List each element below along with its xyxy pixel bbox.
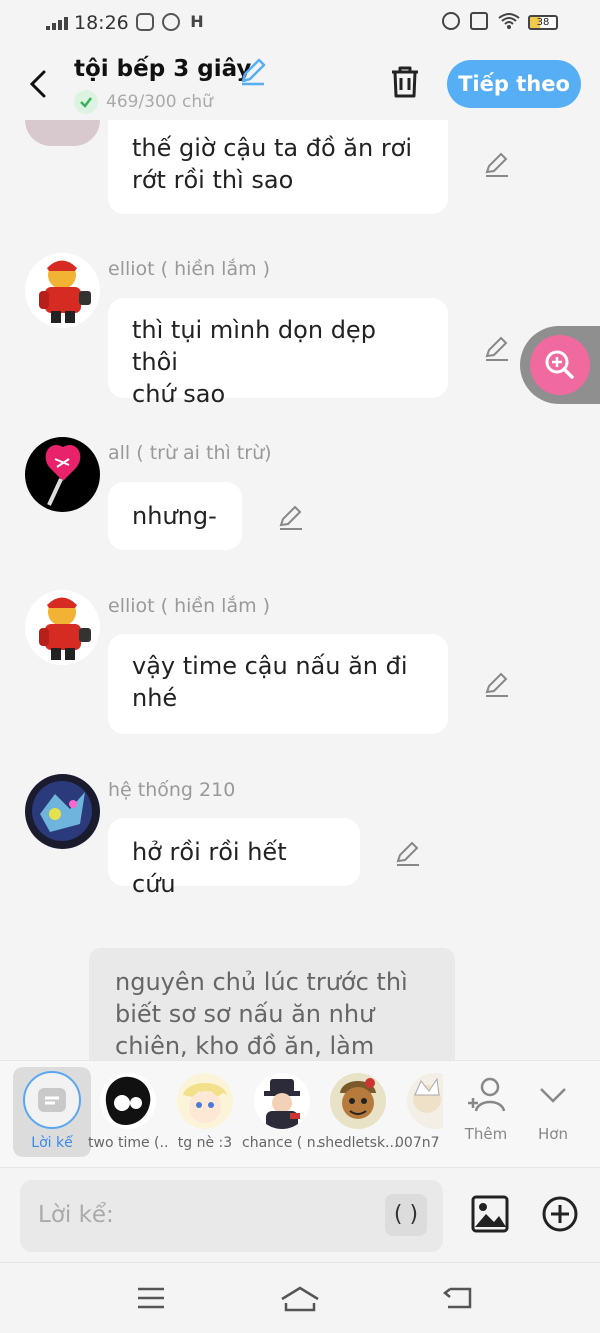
avatar [407,1073,443,1129]
add-character-button[interactable]: Thêm [456,1075,516,1143]
narrator-icon [38,1088,66,1112]
sender-name: hệ thống 210 [108,779,236,801]
character-narrator[interactable]: Lời kể [13,1067,91,1157]
message-bubble[interactable]: thì tụi mình dọn dẹp thôi chứ sao [108,298,448,408]
character-chance[interactable]: chance ( n... [242,1069,322,1151]
home-icon[interactable] [280,1285,320,1313]
avatar-all[interactable] [25,437,100,512]
sender-name: elliot ( hiền lắm ) [108,595,271,617]
avatar [330,1073,386,1129]
avatar-elliot[interactable] [25,590,100,665]
edit-message-icon[interactable] [394,839,422,867]
notification-icon [136,13,154,31]
message-bubble[interactable]: thế giờ cậu ta đồ ăn rơi rớt rồi thì sao [108,120,448,214]
message-bubble[interactable]: nhưng- [108,482,242,550]
character-007n7[interactable]: 007n7 [395,1069,443,1151]
zoom-button[interactable] [530,335,590,395]
add-user-icon [468,1077,506,1112]
next-button[interactable]: Tiếp theo [447,60,581,108]
word-count: 469/300 chữ [74,90,213,114]
zoom-tab[interactable] [520,326,600,404]
edit-message-icon[interactable] [483,334,511,362]
globe-icon [162,13,180,31]
message-bubble[interactable]: vậy time cậu nấu ăn đi nhé [108,634,448,734]
mute-icon [470,12,488,30]
character-two-time[interactable]: two time (... [88,1069,168,1151]
avatar [254,1073,310,1129]
more-button[interactable]: Hơn [523,1075,583,1143]
character-strip: Lời kể two time (... tg nè :3 chance ( n… [0,1060,600,1168]
page-title[interactable]: tội bếp 3 giây [74,56,251,82]
check-icon [74,90,98,114]
alarm-icon [442,12,460,30]
sender-name: all ( trừ ai thì trừ) [108,442,272,464]
zoom-in-icon [545,350,574,379]
signal-icon [46,16,68,30]
avatar-system[interactable] [25,774,100,849]
back-nav-icon[interactable] [442,1285,474,1311]
avatar [177,1073,233,1129]
input-bar: Lời kể: ( ) [0,1168,600,1262]
menu-icon[interactable] [136,1285,166,1311]
edit-message-icon[interactable] [483,150,511,178]
battery-icon: 38 [528,15,558,30]
edit-title-icon[interactable] [238,56,268,86]
app-icon: H [190,12,204,31]
sender-name: elliot ( hiền lắm ) [108,258,271,280]
back-arrow-icon[interactable] [24,66,52,102]
avatar [100,1073,156,1129]
message-input[interactable]: Lời kể: ( ) [20,1180,443,1252]
header: tội bếp 3 giây 469/300 chữ Tiếp theo [0,46,600,126]
word-count-text: 469/300 chữ [106,92,213,112]
input-placeholder: Lời kể: [38,1202,114,1228]
image-icon[interactable] [470,1194,510,1234]
add-icon[interactable] [540,1194,580,1234]
edit-message-icon[interactable] [277,503,305,531]
system-nav-bar [0,1262,600,1333]
narration-bubble[interactable]: nguyên chủ lúc trước thì biết sơ sơ nấu … [89,948,455,1068]
avatar-elliot[interactable] [25,253,100,328]
chevron-down-icon [540,1088,566,1103]
message-bubble[interactable]: hở rồi rồi hết cứu [108,818,360,898]
edit-message-icon[interactable] [483,670,511,698]
character-tg[interactable]: tg nè :3 [165,1069,245,1151]
status-bar: 18:26 H 38 [0,0,600,46]
parenthesis-button[interactable]: ( ) [385,1194,427,1236]
trash-icon[interactable] [388,64,422,100]
status-time: 18:26 [74,12,129,34]
wifi-icon [498,13,520,29]
avatar [25,120,100,146]
character-shedletsky[interactable]: shedletsk... [318,1069,398,1151]
